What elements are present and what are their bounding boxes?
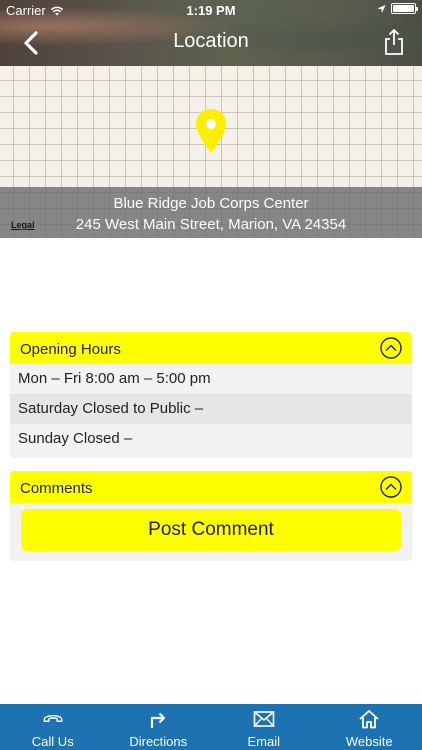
- map-view[interactable]: Blue Ridge Job Corps Center 245 West Mai…: [0, 66, 422, 238]
- directions-icon: [151, 712, 166, 728]
- legal-link[interactable]: Legal: [11, 220, 35, 230]
- page-title: Location: [173, 30, 249, 52]
- opening-hours-title: Opening Hours: [20, 341, 121, 358]
- comments-header[interactable]: Comments: [10, 471, 412, 503]
- tab-label: Email: [247, 734, 280, 749]
- home-icon: [359, 710, 379, 729]
- tab-website[interactable]: Website: [317, 704, 422, 750]
- share-icon: [385, 29, 403, 55]
- opening-hours-header[interactable]: Opening Hours: [10, 332, 412, 364]
- hours-row: Sunday Closed –: [10, 424, 412, 454]
- status-bar: Carrier 1:19 PM: [0, 0, 422, 20]
- tab-label: Website: [345, 734, 393, 749]
- place-name: Blue Ridge Job Corps Center: [113, 195, 309, 212]
- nav-bar: Location: [0, 20, 422, 66]
- share-button[interactable]: [382, 28, 406, 56]
- location-arrow-icon: [377, 4, 386, 13]
- tab-label: Call Us: [31, 734, 74, 749]
- map-address-overlay: Blue Ridge Job Corps Center 245 West Mai…: [0, 187, 422, 238]
- post-comment-button[interactable]: Post Comment: [21, 509, 401, 551]
- clock: 1:19 PM: [186, 3, 236, 18]
- comments-panel: Comments Post Comment: [10, 471, 412, 561]
- header: Carrier 1:19 PM Location: [0, 0, 422, 66]
- place-address: 245 West Main Street, Marion, VA 24354: [75, 216, 347, 233]
- comments-title: Comments: [20, 480, 93, 497]
- chevron-up-circle-icon[interactable]: [380, 476, 402, 498]
- tab-label: Directions: [129, 734, 188, 749]
- tab-email[interactable]: Email: [211, 704, 317, 750]
- opening-hours-panel: Opening Hours Mon – Fri 8:00 am – 5:00 p…: [10, 332, 412, 458]
- phone-icon: [43, 714, 63, 723]
- tab-call-us[interactable]: Call Us: [0, 704, 106, 750]
- hours-row: Saturday Closed to Public –: [10, 394, 412, 424]
- right-status: [377, 3, 418, 14]
- map-pin-icon[interactable]: [194, 108, 228, 154]
- tab-directions[interactable]: Directions: [106, 704, 212, 750]
- battery-icon: [391, 3, 418, 14]
- chevron-up-circle-icon[interactable]: [380, 337, 402, 359]
- hours-row: Mon – Fri 8:00 am – 5:00 pm: [10, 364, 412, 394]
- tab-bar: Call Us Directions Email Website: [0, 704, 422, 750]
- email-icon: [253, 711, 275, 727]
